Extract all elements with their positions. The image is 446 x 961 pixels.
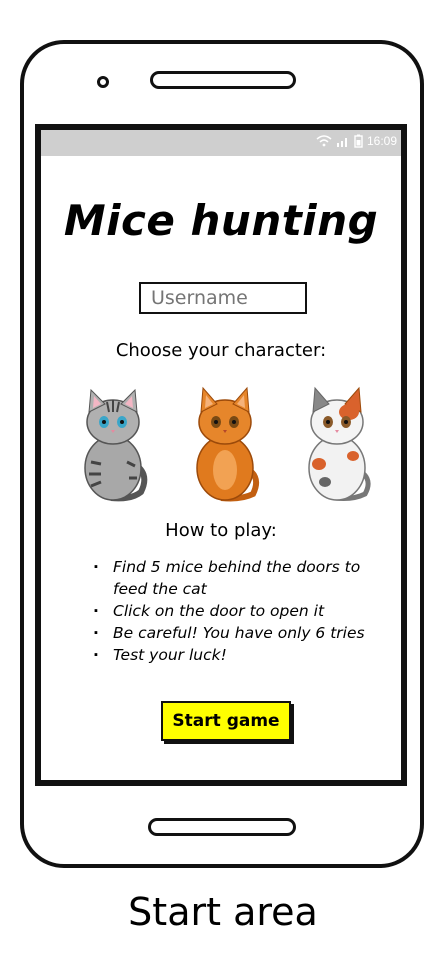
screen-caption: Start area [128,890,318,934]
home-button[interactable] [148,818,296,836]
rule-item: Be careful! You have only 6 tries [93,622,393,644]
phone-screen: 16:09 Mice hunting Choose your character… [35,124,407,786]
signal-icon [336,135,350,147]
orange-cat-icon [196,386,259,502]
camera-dot [97,76,109,88]
speaker-bar [150,71,296,89]
character-option-calico-cat[interactable] [295,382,383,502]
wifi-icon [316,135,332,147]
character-selector [41,382,401,502]
character-option-grey-cat[interactable] [71,382,159,502]
rule-item: Click on the door to open it [93,600,393,622]
character-option-orange-cat[interactable] [183,382,271,502]
choose-character-label: Choose your character: [115,340,327,361]
how-to-play-heading: How to play: [165,520,277,541]
start-game-button[interactable]: Start game [161,701,291,741]
rule-item: Find 5 mice behind the doors to feed the… [93,556,393,600]
calico-cat-icon [308,386,371,501]
page-title: Mice hunting [63,196,379,245]
status-time: 16:09 [366,134,397,148]
grey-tabby-cat-icon [84,388,148,502]
status-bar: 16:09 [41,130,401,156]
rules-list: Find 5 mice behind the doors to feed the… [93,556,393,666]
username-input[interactable] [139,282,307,314]
battery-icon [354,134,363,148]
rule-item: Test your luck! [93,644,393,666]
status-icons: 16:09 [316,134,397,148]
